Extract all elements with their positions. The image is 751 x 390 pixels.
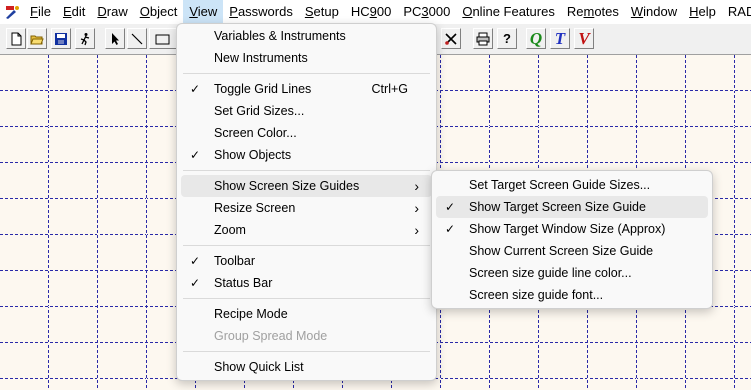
menu-item-status-bar[interactable]: ✓ Status Bar (181, 272, 432, 294)
menu-help[interactable]: Help (683, 0, 722, 24)
menu-item-screen-size-guide-font[interactable]: Screen size guide font... (436, 284, 708, 306)
menu-item-set-grid-sizes[interactable]: Set Grid Sizes... (181, 100, 432, 122)
screen-size-guides-submenu: Set Target Screen Guide Sizes... ✓ Show T… (431, 170, 713, 309)
save-disk-icon[interactable] (51, 28, 71, 49)
scissors-tools-icon[interactable] (441, 28, 461, 49)
menu-separator (183, 170, 430, 171)
chevron-right-icon: › (414, 178, 419, 194)
menu-file[interactable]: File (24, 0, 57, 24)
menu-edit[interactable]: Edit (57, 0, 91, 24)
menu-hc900[interactable]: HC900 (345, 0, 397, 24)
help-question-icon[interactable]: ? (497, 28, 517, 49)
check-icon: ✓ (190, 254, 201, 268)
rectangle-tool-icon[interactable] (149, 28, 177, 49)
menu-item-show-target-screen-size-guide[interactable]: ✓ Show Target Screen Size Guide (436, 196, 708, 218)
menu-bar: File Edit Draw Object View Passwords Set… (0, 0, 751, 24)
menu-item-show-quick-list[interactable]: Show Quick List (181, 356, 432, 378)
menu-item-show-target-window-size[interactable]: ✓ Show Target Window Size (Approx) (436, 218, 708, 240)
menu-setup[interactable]: Setup (299, 0, 345, 24)
menu-separator (183, 245, 430, 246)
menu-object[interactable]: Object (134, 0, 184, 24)
run-figure-icon[interactable] (75, 28, 95, 49)
menu-pc3000[interactable]: PC3000 (397, 0, 456, 24)
menu-separator (183, 351, 430, 352)
check-icon: ✓ (445, 200, 456, 214)
view-menu: Variables & Instruments New Instruments … (176, 23, 437, 381)
t-icon[interactable]: T (550, 28, 570, 49)
chevron-right-icon: › (414, 222, 419, 238)
menu-item-screen-color[interactable]: Screen Color... (181, 122, 432, 144)
app-icon[interactable] (5, 4, 21, 20)
menu-online-features[interactable]: Online Features (456, 0, 561, 24)
menu-item-resize-screen[interactable]: Resize Screen › (181, 197, 432, 219)
menu-draw[interactable]: Draw (91, 0, 133, 24)
menu-item-toolbar[interactable]: ✓ Toolbar (181, 250, 432, 272)
check-icon: ✓ (190, 276, 201, 290)
menu-passwords[interactable]: Passwords (223, 0, 299, 24)
menu-separator (183, 73, 430, 74)
menu-item-set-target-screen-guide-sizes[interactable]: Set Target Screen Guide Sizes... (436, 174, 708, 196)
menu-item-zoom[interactable]: Zoom › (181, 219, 432, 241)
q-icon[interactable]: Q (526, 28, 546, 49)
menu-item-show-current-screen-size-guide[interactable]: Show Current Screen Size Guide (436, 240, 708, 262)
menu-item-group-spread-mode[interactable]: Group Spread Mode (181, 325, 432, 347)
new-file-icon[interactable] (6, 28, 26, 49)
menu-view[interactable]: View (183, 0, 224, 24)
menu-separator (183, 298, 430, 299)
open-folder-icon[interactable] (27, 28, 47, 49)
menu-item-toggle-grid-lines[interactable]: ✓ Toggle Grid Lines Ctrl+G (181, 78, 432, 100)
menu-item-recipe-mode[interactable]: Recipe Mode (181, 303, 432, 325)
menu-item-variables-instruments[interactable]: Variables & Instruments (181, 25, 432, 47)
menu-rad[interactable]: RAD (722, 0, 751, 24)
select-arrow-icon[interactable] (105, 28, 125, 49)
print-icon[interactable] (473, 28, 493, 49)
menu-remotes[interactable]: Remotes (561, 0, 625, 24)
check-icon: ✓ (445, 222, 456, 236)
chevron-right-icon: › (414, 200, 419, 216)
menu-window[interactable]: Window (625, 0, 683, 24)
check-icon: ✓ (190, 82, 201, 96)
menu-item-new-instruments[interactable]: New Instruments (181, 47, 432, 69)
check-icon: ✓ (190, 148, 201, 162)
menu-item-screen-size-guide-line-color[interactable]: Screen size guide line color... (436, 262, 708, 284)
menu-item-show-objects[interactable]: ✓ Show Objects (181, 144, 432, 166)
menu-item-show-screen-size-guides[interactable]: Show Screen Size Guides › (181, 175, 432, 197)
v-icon[interactable]: V (574, 28, 594, 49)
line-tool-icon[interactable] (127, 28, 147, 49)
